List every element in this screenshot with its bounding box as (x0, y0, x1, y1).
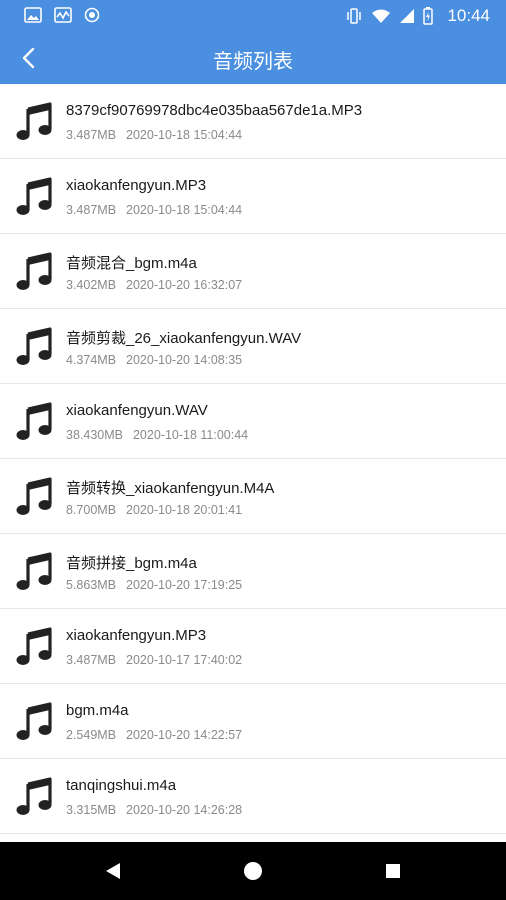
audio-file-item[interactable]: 8379cf90769978dbc4e035baa567de1a.MP3 3.4… (0, 84, 506, 159)
page-title: 音频列表 (213, 51, 293, 73)
file-name: xiaokanfengyun.WAV (66, 402, 208, 419)
file-meta: 3.487MB 2020-10-17 17:40:02 (66, 653, 242, 667)
circle-home-icon (244, 862, 262, 880)
file-date: 2020-10-20 17:19:25 (126, 578, 243, 592)
notification-icons (24, 7, 100, 23)
file-size: 2.549MB (66, 728, 117, 742)
file-size: 4.374MB (66, 353, 117, 367)
audio-file-item[interactable]: xiaokanfengyun.MP3 3.487MB 2020-10-18 15:… (0, 159, 506, 234)
audio-file-list[interactable]: 8379cf90769978dbc4e035baa567de1a.MP3 3.4… (0, 84, 506, 842)
activity-notification-icon (54, 7, 72, 23)
nav-back-button[interactable] (101, 859, 125, 883)
music-note-icon (16, 402, 52, 440)
music-note-icon (16, 552, 52, 590)
file-meta: 3.487MB 2020-10-18 15:04:44 (66, 128, 242, 142)
audio-file-item[interactable]: xiaokanfengyun.WAV 38.430MB 2020-10-18 11… (0, 384, 506, 459)
audio-file-item[interactable]: xiaokanfengyun.MP3 3.487MB 2020-10-17 17:… (0, 609, 506, 684)
signal-icon (400, 9, 415, 23)
audio-file-item[interactable]: 音频转换_xiaokanfengyun.M4A 8.700MB 2020-10-1… (0, 459, 506, 534)
file-size: 3.487MB (66, 128, 117, 142)
file-date: 2020-10-20 16:32:07 (126, 278, 243, 292)
file-meta: 4.374MB 2020-10-20 14:08:35 (66, 353, 242, 367)
circle-notification-icon (84, 7, 100, 23)
file-date: 2020-10-18 11:00:44 (132, 428, 249, 442)
vibrate-icon (347, 8, 362, 24)
system-icons: 10:44 (345, 6, 490, 26)
file-date: 2020-10-20 14:22:57 (126, 728, 243, 742)
file-date: 2020-10-18 20:01:41 (126, 503, 243, 517)
music-note-icon (16, 102, 52, 140)
file-name: tanqingshui.m4a (66, 777, 177, 794)
navigation-bar (0, 842, 506, 900)
file-size: 38.430MB (66, 428, 123, 442)
file-date: 2020-10-18 15:04:44 (126, 128, 243, 142)
file-name: 8379cf90769978dbc4e035baa567de1a.MP3 (66, 102, 363, 119)
wifi-icon (372, 9, 391, 23)
file-size: 3.315MB (66, 803, 117, 817)
file-name: bgm.m4a (66, 702, 129, 719)
music-note-icon (16, 702, 52, 740)
file-name: 音频转换_xiaokanfengyun.M4A (66, 480, 275, 497)
status-bar: 10:44 (0, 0, 506, 32)
file-meta: 3.315MB 2020-10-20 14:26:28 (66, 803, 242, 817)
music-note-icon (16, 477, 52, 515)
file-name: 音频混合_bgm.m4a (66, 255, 197, 272)
battery-icon (423, 7, 434, 25)
image-notification-icon (24, 7, 42, 23)
nav-recents-button[interactable] (381, 859, 405, 883)
file-date: 2020-10-18 15:04:44 (126, 203, 243, 217)
file-meta: 5.863MB 2020-10-20 17:19:25 (66, 578, 242, 592)
audio-file-item[interactable]: 音频剪裁_26_xiaokanfengyun.WAV 4.374MB 2020-1… (0, 309, 506, 384)
triangle-back-icon (106, 863, 120, 879)
app-bar: 音频列表 (0, 32, 506, 84)
file-meta: 3.402MB 2020-10-20 16:32:07 (66, 278, 242, 292)
music-note-icon (16, 627, 52, 665)
file-date: 2020-10-20 14:08:35 (126, 353, 243, 367)
file-name: 音频拼接_bgm.m4a (66, 555, 197, 572)
music-note-icon (16, 177, 52, 215)
file-date: 2020-10-20 14:26:28 (126, 803, 243, 817)
file-meta: 2.549MB 2020-10-20 14:22:57 (66, 728, 242, 742)
file-size: 8.700MB (66, 503, 117, 517)
file-size: 3.402MB (66, 278, 117, 292)
audio-file-item[interactable]: 音频拼接_bgm.m4a 5.863MB 2020-10-20 17:19:25 (0, 534, 506, 609)
file-size: 3.487MB (66, 203, 117, 217)
square-recents-icon (386, 864, 400, 878)
music-note-icon (16, 777, 52, 815)
file-name: xiaokanfengyun.MP3 (66, 177, 207, 194)
file-meta: 3.487MB 2020-10-18 15:04:44 (66, 203, 242, 217)
file-size: 3.487MB (66, 653, 117, 667)
file-meta: 38.430MB 2020-10-18 11:00:44 (66, 428, 248, 442)
music-note-icon (16, 252, 52, 290)
file-date: 2020-10-17 17:40:02 (126, 653, 243, 667)
status-time: 10:44 (447, 6, 490, 25)
audio-file-item[interactable]: tanqingshui.m4a 3.315MB 2020-10-20 14:26:… (0, 759, 506, 834)
file-meta: 8.700MB 2020-10-18 20:01:41 (66, 503, 242, 517)
file-name: xiaokanfengyun.MP3 (66, 627, 207, 644)
music-note-icon (16, 327, 52, 365)
file-size: 5.863MB (66, 578, 117, 592)
audio-file-item[interactable]: bgm.m4a 2.549MB 2020-10-20 14:22:57 (0, 684, 506, 759)
file-name: 音频剪裁_26_xiaokanfengyun.WAV (66, 330, 302, 347)
audio-file-item[interactable]: 音频混合_bgm.m4a 3.402MB 2020-10-20 16:32:07 (0, 234, 506, 309)
nav-home-button[interactable] (241, 859, 265, 883)
